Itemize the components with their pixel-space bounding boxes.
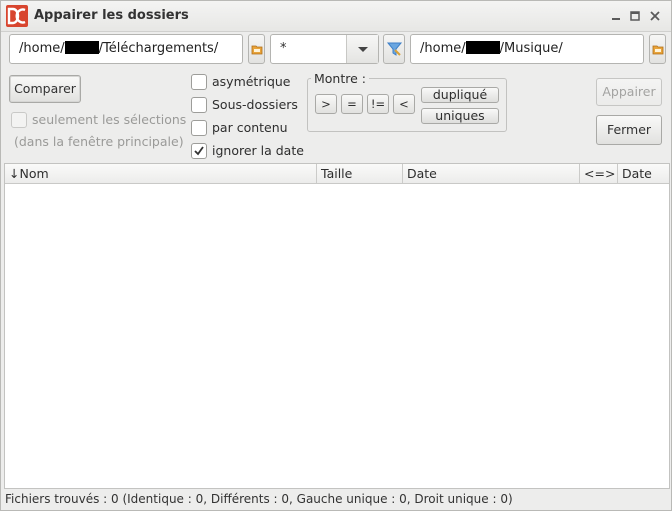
left-browse-button[interactable] bbox=[248, 34, 265, 64]
left-path-prefix: /home/ bbox=[19, 41, 65, 56]
close-icon[interactable] bbox=[648, 9, 662, 23]
by-content-checkbox[interactable]: par contenu bbox=[191, 119, 301, 137]
maximize-icon[interactable] bbox=[628, 9, 642, 23]
right-browse-button[interactable] bbox=[649, 34, 666, 64]
window-title: Appairer les dossiers bbox=[34, 8, 189, 23]
close-button[interactable]: Fermer bbox=[596, 115, 662, 145]
asymmetric-label: asymétrique bbox=[212, 74, 291, 89]
show-different-button[interactable]: != bbox=[367, 94, 389, 114]
left-path-suffix: /Téléchargements/ bbox=[98, 41, 219, 56]
by-content-label: par contenu bbox=[212, 120, 288, 135]
show-right-newer-button[interactable]: > bbox=[315, 94, 337, 114]
asymmetric-checkbox[interactable]: asymétrique bbox=[191, 73, 301, 91]
sync-dirs-dialog: Appairer les dossiers /home/ /Téléchargem… bbox=[0, 0, 672, 511]
status-bar: Fichiers trouvés : 0 (Identique : 0, Dif… bbox=[5, 492, 513, 506]
checkbox[interactable] bbox=[191, 74, 207, 90]
right-path-suffix: /Musique/ bbox=[499, 41, 563, 56]
ignore-date-label: ignorer la date bbox=[212, 143, 304, 158]
minimize-icon[interactable] bbox=[609, 9, 623, 23]
title-bar[interactable]: Appairer les dossiers bbox=[1, 1, 671, 32]
left-path-field[interactable]: /home/ /Téléchargements/ bbox=[9, 34, 243, 64]
column-header-date-right[interactable]: Date bbox=[618, 164, 669, 183]
subdirs-label: Sous-dossiers bbox=[212, 97, 298, 112]
redacted-username bbox=[465, 41, 500, 54]
column-header-compare[interactable]: <=> bbox=[580, 164, 618, 183]
folder-browse-icon bbox=[251, 45, 263, 55]
checkmark-icon bbox=[194, 146, 204, 156]
checkbox[interactable] bbox=[191, 97, 207, 113]
filter-template-button[interactable] bbox=[383, 34, 405, 64]
selection-only-label: seulement les sélections bbox=[32, 112, 187, 127]
column-header-name[interactable]: ↓Nom bbox=[5, 164, 317, 183]
right-path-prefix: /home/ bbox=[420, 41, 466, 56]
checkbox[interactable] bbox=[191, 143, 207, 159]
checkbox[interactable] bbox=[191, 120, 207, 136]
file-mask-value: * bbox=[280, 41, 287, 56]
compare-button[interactable]: Comparer bbox=[9, 75, 81, 103]
folder-browse-icon bbox=[652, 45, 664, 55]
chevron-down-icon[interactable] bbox=[346, 35, 378, 63]
show-unique-button[interactable]: uniques bbox=[421, 108, 499, 124]
selection-only-sublabel: (dans la fenêtre principale) bbox=[14, 134, 184, 149]
filter-funnel-icon bbox=[386, 42, 403, 56]
column-header-size[interactable]: Taille bbox=[317, 164, 403, 183]
table-header: ↓Nom Taille Date <=> Date bbox=[5, 164, 669, 184]
checkbox[interactable] bbox=[11, 112, 27, 128]
show-equal-button[interactable]: = bbox=[341, 94, 363, 114]
subdirs-checkbox[interactable]: Sous-dossiers bbox=[191, 96, 301, 114]
redacted-username bbox=[64, 41, 99, 54]
column-header-date-left[interactable]: Date bbox=[403, 164, 580, 183]
double-commander-icon bbox=[6, 5, 28, 27]
selection-only-checkbox[interactable]: seulement les sélections bbox=[11, 111, 187, 129]
pair-button[interactable]: Appairer bbox=[596, 78, 662, 106]
ignore-date-checkbox[interactable]: ignorer la date bbox=[191, 142, 305, 160]
right-path-field[interactable]: /home/ /Musique/ bbox=[410, 34, 644, 64]
file-mask-combo[interactable]: * bbox=[270, 34, 379, 64]
show-duplicates-button[interactable]: dupliqué bbox=[421, 87, 499, 103]
show-group-title: Montre : bbox=[311, 71, 369, 86]
show-left-newer-button[interactable]: < bbox=[393, 94, 415, 114]
results-table[interactable]: ↓Nom Taille Date <=> Date bbox=[4, 163, 670, 489]
